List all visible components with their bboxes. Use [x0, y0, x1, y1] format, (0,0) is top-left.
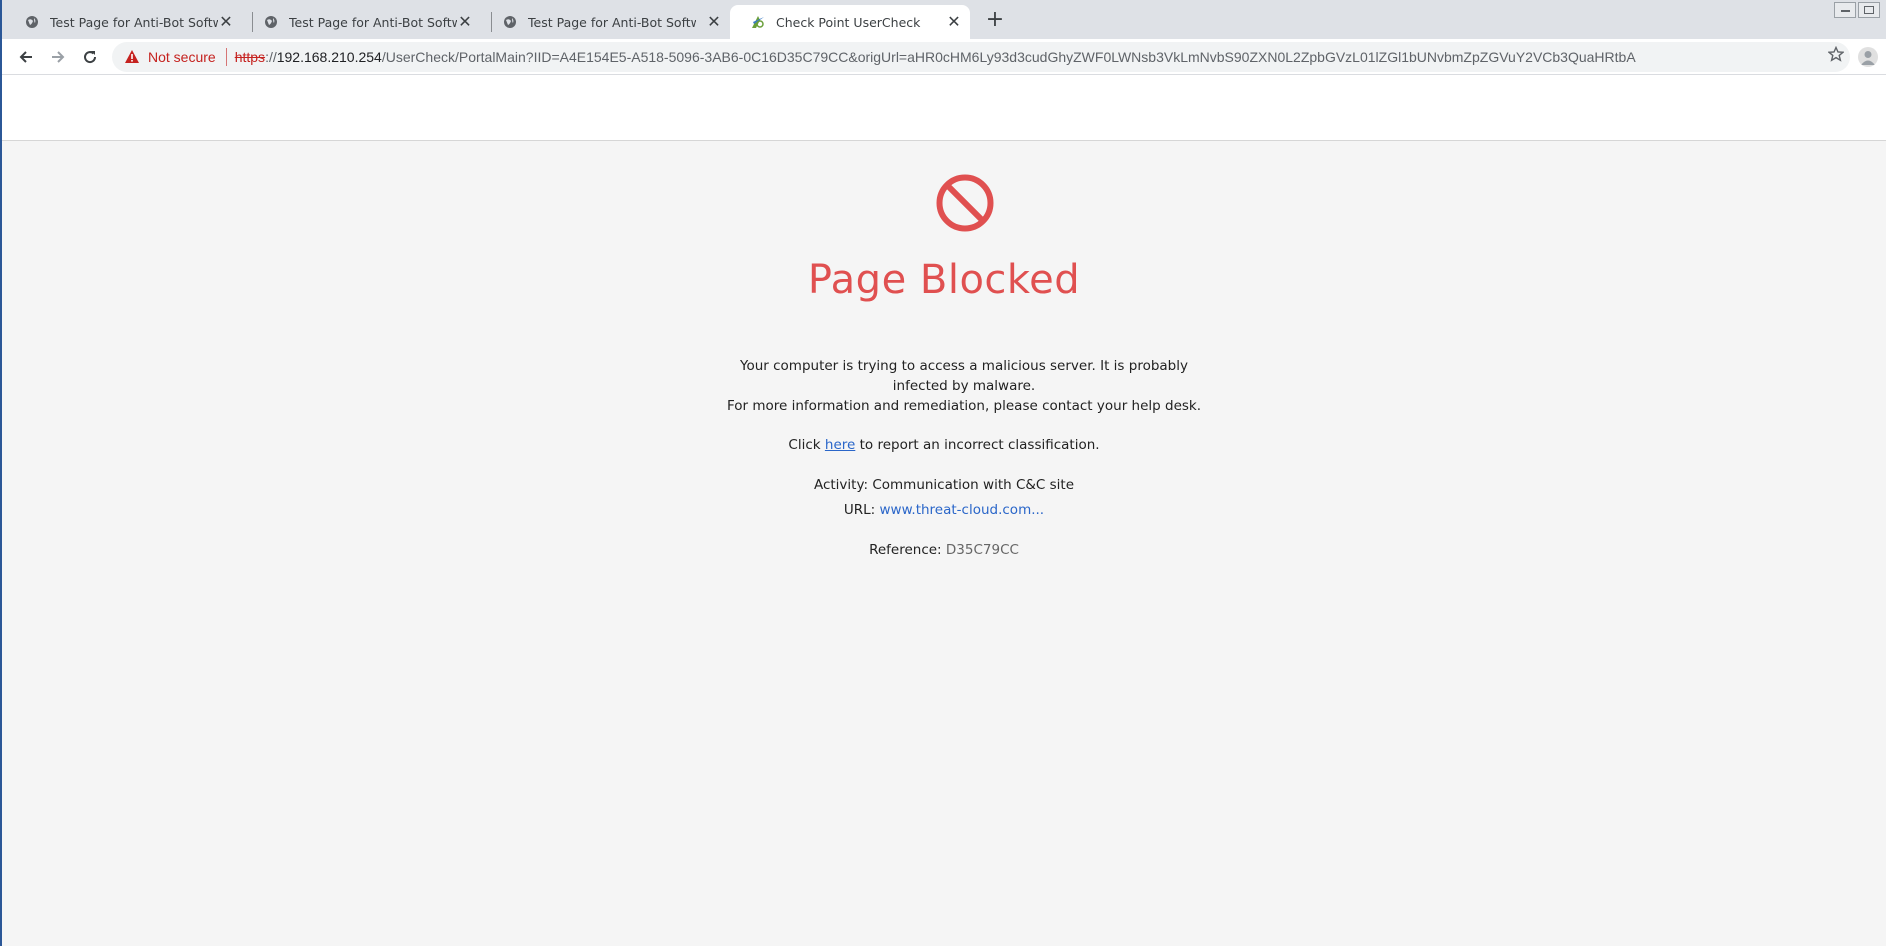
close-icon[interactable]: ✕: [457, 14, 473, 30]
back-button[interactable]: [14, 45, 38, 69]
reference-line: Reference: D35C79CC: [2, 542, 1886, 558]
browser-toolbar: Not secure https://192.168.210.254/UserC…: [2, 39, 1886, 75]
tab-anti-bot-3[interactable]: Test Page for Anti-Bot Software B ✕: [482, 5, 730, 39]
activity-label: Activity:: [813, 477, 873, 493]
globe-icon: [263, 14, 279, 30]
tab-anti-bot-2[interactable]: Test Page for Anti-Bot Software B ✕: [243, 5, 481, 39]
tab-title: Check Point UserCheck: [776, 14, 921, 30]
blocked-icon: [936, 174, 994, 232]
url-label: URL:: [843, 502, 880, 518]
url-scheme: https: [234, 49, 266, 65]
browser-window: Test Page for Anti-Bot Software B ✕ Test…: [0, 0, 1886, 946]
globe-icon: [24, 14, 40, 30]
message-help-desk: For more information and remediation, pl…: [726, 398, 1202, 414]
report-prefix: Click: [788, 437, 825, 453]
tab-strip: Test Page for Anti-Bot Software B ✕ Test…: [2, 0, 1886, 39]
checkpoint-logo-icon: [750, 14, 766, 30]
globe-icon: [502, 14, 518, 30]
message-infected: Your computer is trying to access a mali…: [740, 358, 1188, 394]
omnibox-divider: [225, 48, 227, 66]
window-controls: [1832, 2, 1880, 18]
forward-button[interactable]: [46, 45, 70, 69]
security-status[interactable]: Not secure: [148, 49, 216, 65]
report-here-link[interactable]: here: [825, 437, 855, 453]
page-header-bar: [2, 75, 1886, 141]
bookmark-star-icon[interactable]: [1827, 45, 1845, 62]
tab-title: Test Page for Anti-Bot Software B: [50, 14, 218, 30]
reference-value: D35C79CC: [945, 542, 1019, 558]
reload-icon: [84, 51, 97, 64]
url-path: /UserCheck/PortalMain?IID=A4E154E5-A518-…: [381, 49, 1636, 65]
activity-value: Communication with C&C site: [872, 477, 1075, 493]
reference-label: Reference:: [869, 542, 946, 558]
tab-anti-bot-1[interactable]: Test Page for Anti-Bot Software B ✕: [4, 5, 242, 39]
close-icon[interactable]: ✕: [706, 14, 722, 30]
restore-button[interactable]: [1858, 2, 1880, 18]
profile-avatar-icon[interactable]: [1858, 47, 1878, 67]
close-icon[interactable]: ✕: [218, 14, 234, 30]
url-host: 192.168.210.254: [276, 49, 382, 65]
reload-button[interactable]: [78, 45, 102, 69]
forward-arrow-icon: [52, 51, 65, 63]
page-title: Page Blocked: [807, 257, 1081, 303]
tab-title: Test Page for Anti-Bot Software B: [528, 14, 696, 30]
block-message: Your computer is trying to access a mali…: [722, 356, 1206, 416]
tab-usercheck[interactable]: Check Point UserCheck ✕: [730, 5, 970, 39]
url-separator: ://: [265, 49, 277, 65]
tab-title: Test Page for Anti-Bot Software B: [289, 14, 457, 30]
report-line: Click here to report an incorrect classi…: [2, 437, 1886, 453]
blocked-url: www.threat-cloud.com...: [879, 502, 1045, 518]
warning-icon[interactable]: [124, 49, 140, 65]
back-arrow-icon: [19, 51, 32, 63]
activity-line: Activity: Communication with C&C site: [2, 477, 1886, 493]
address-bar[interactable]: Not secure https://192.168.210.254/UserC…: [112, 42, 1850, 72]
url-line: URL: www.threat-cloud.com...: [2, 502, 1886, 518]
new-tab-button[interactable]: +: [983, 9, 1007, 33]
close-icon[interactable]: ✕: [946, 14, 962, 30]
minimize-button[interactable]: [1834, 2, 1856, 18]
report-suffix: to report an incorrect classification.: [855, 437, 1100, 453]
